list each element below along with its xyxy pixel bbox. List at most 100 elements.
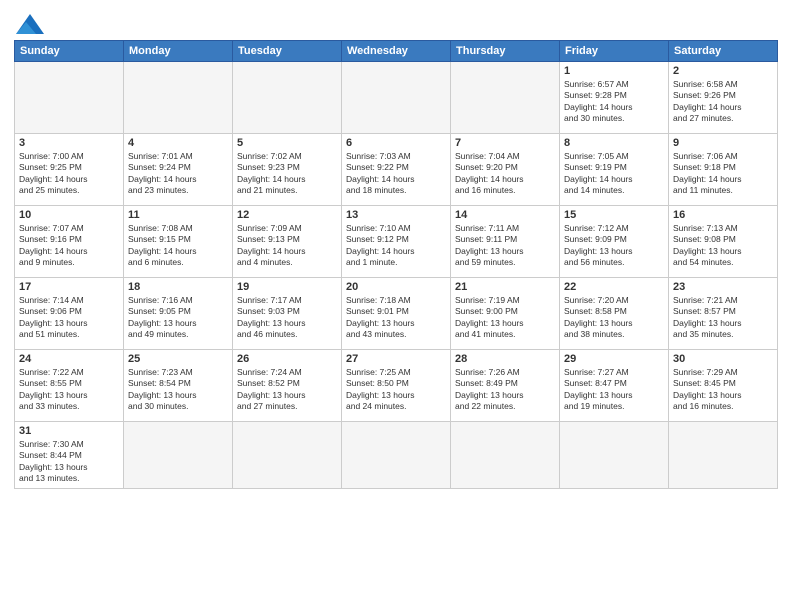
day-info: Sunrise: 7:26 AM Sunset: 8:49 PM Dayligh…	[455, 367, 555, 413]
calendar-week-row: 24Sunrise: 7:22 AM Sunset: 8:55 PM Dayli…	[15, 350, 778, 422]
day-number: 19	[237, 281, 337, 293]
table-row	[342, 62, 451, 134]
table-row: 17Sunrise: 7:14 AM Sunset: 9:06 PM Dayli…	[15, 278, 124, 350]
day-number: 21	[455, 281, 555, 293]
day-number: 12	[237, 209, 337, 221]
day-info: Sunrise: 7:09 AM Sunset: 9:13 PM Dayligh…	[237, 223, 337, 269]
day-info: Sunrise: 7:14 AM Sunset: 9:06 PM Dayligh…	[19, 295, 119, 341]
table-row	[560, 422, 669, 489]
day-info: Sunrise: 7:21 AM Sunset: 8:57 PM Dayligh…	[673, 295, 773, 341]
day-number: 29	[564, 353, 664, 365]
day-number: 25	[128, 353, 228, 365]
day-info: Sunrise: 7:10 AM Sunset: 9:12 PM Dayligh…	[346, 223, 446, 269]
table-row	[669, 422, 778, 489]
table-row: 16Sunrise: 7:13 AM Sunset: 9:08 PM Dayli…	[669, 206, 778, 278]
day-info: Sunrise: 7:03 AM Sunset: 9:22 PM Dayligh…	[346, 151, 446, 197]
table-row: 1 Sunrise: 6:57 AM Sunset: 9:28 PM Daylig…	[560, 62, 669, 134]
table-row: 26 Sunrise: 7:24 AM Sunset: 8:52 PM Dayli…	[233, 350, 342, 422]
calendar-week-row: 17Sunrise: 7:14 AM Sunset: 9:06 PM Dayli…	[15, 278, 778, 350]
table-row: 11 Sunrise: 7:08 AM Sunset: 9:15 PM Dayli…	[124, 206, 233, 278]
header-friday: Friday	[560, 41, 669, 62]
table-row: 8 Sunrise: 7:05 AM Sunset: 9:19 PM Daylig…	[560, 134, 669, 206]
table-row	[124, 62, 233, 134]
table-row: 20Sunrise: 7:18 AM Sunset: 9:01 PM Dayli…	[342, 278, 451, 350]
day-info: Sunrise: 7:13 AM Sunset: 9:08 PM Dayligh…	[673, 223, 773, 269]
table-row: 10 Sunrise: 7:07 AM Sunset: 9:16 PM Dayli…	[15, 206, 124, 278]
table-row: 12 Sunrise: 7:09 AM Sunset: 9:13 PM Dayli…	[233, 206, 342, 278]
logo	[14, 14, 44, 34]
day-info: Sunrise: 6:58 AM Sunset: 9:26 PM Dayligh…	[673, 79, 773, 125]
day-info: Sunrise: 7:08 AM Sunset: 9:15 PM Dayligh…	[128, 223, 228, 269]
table-row: 19 Sunrise: 7:17 AM Sunset: 9:03 PM Dayli…	[233, 278, 342, 350]
day-number: 14	[455, 209, 555, 221]
day-number: 13	[346, 209, 446, 221]
day-number: 8	[564, 137, 664, 149]
table-row: 22 Sunrise: 7:20 AM Sunset: 8:58 PM Dayli…	[560, 278, 669, 350]
day-number: 10	[19, 209, 119, 221]
logo-icon	[16, 14, 44, 34]
day-number: 9	[673, 137, 773, 149]
header-sunday: Sunday	[15, 41, 124, 62]
day-info: Sunrise: 7:27 AM Sunset: 8:47 PM Dayligh…	[564, 367, 664, 413]
table-row: 28 Sunrise: 7:26 AM Sunset: 8:49 PM Dayli…	[451, 350, 560, 422]
day-number: 3	[19, 137, 119, 149]
day-info: Sunrise: 7:05 AM Sunset: 9:19 PM Dayligh…	[564, 151, 664, 197]
day-info: Sunrise: 7:22 AM Sunset: 8:55 PM Dayligh…	[19, 367, 119, 413]
day-info: Sunrise: 7:06 AM Sunset: 9:18 PM Dayligh…	[673, 151, 773, 197]
day-number: 2	[673, 65, 773, 77]
day-info: Sunrise: 7:02 AM Sunset: 9:23 PM Dayligh…	[237, 151, 337, 197]
day-info: Sunrise: 7:04 AM Sunset: 9:20 PM Dayligh…	[455, 151, 555, 197]
day-info: Sunrise: 7:30 AM Sunset: 8:44 PM Dayligh…	[19, 439, 119, 485]
table-row	[342, 422, 451, 489]
day-number: 4	[128, 137, 228, 149]
day-info: Sunrise: 7:18 AM Sunset: 9:01 PM Dayligh…	[346, 295, 446, 341]
day-number: 7	[455, 137, 555, 149]
table-row: 9 Sunrise: 7:06 AM Sunset: 9:18 PM Daylig…	[669, 134, 778, 206]
table-row: 15Sunrise: 7:12 AM Sunset: 9:09 PM Dayli…	[560, 206, 669, 278]
table-row: 7 Sunrise: 7:04 AM Sunset: 9:20 PM Daylig…	[451, 134, 560, 206]
day-info: Sunrise: 7:12 AM Sunset: 9:09 PM Dayligh…	[564, 223, 664, 269]
day-info: Sunrise: 6:57 AM Sunset: 9:28 PM Dayligh…	[564, 79, 664, 125]
day-info: Sunrise: 7:19 AM Sunset: 9:00 PM Dayligh…	[455, 295, 555, 341]
day-info: Sunrise: 7:24 AM Sunset: 8:52 PM Dayligh…	[237, 367, 337, 413]
day-number: 26	[237, 353, 337, 365]
day-info: Sunrise: 7:25 AM Sunset: 8:50 PM Dayligh…	[346, 367, 446, 413]
table-row: 13 Sunrise: 7:10 AM Sunset: 9:12 PM Dayli…	[342, 206, 451, 278]
table-row: 27 Sunrise: 7:25 AM Sunset: 8:50 PM Dayli…	[342, 350, 451, 422]
table-row: 2 Sunrise: 6:58 AM Sunset: 9:26 PM Daylig…	[669, 62, 778, 134]
calendar-week-row: 3Sunrise: 7:00 AM Sunset: 9:25 PM Daylig…	[15, 134, 778, 206]
table-row: 3Sunrise: 7:00 AM Sunset: 9:25 PM Daylig…	[15, 134, 124, 206]
table-row: 25Sunrise: 7:23 AM Sunset: 8:54 PM Dayli…	[124, 350, 233, 422]
header-tuesday: Tuesday	[233, 41, 342, 62]
header-saturday: Saturday	[669, 41, 778, 62]
table-row	[451, 422, 560, 489]
day-number: 11	[128, 209, 228, 221]
day-number: 27	[346, 353, 446, 365]
calendar-week-row: 31 Sunrise: 7:30 AM Sunset: 8:44 PM Dayli…	[15, 422, 778, 489]
table-row: 30 Sunrise: 7:29 AM Sunset: 8:45 PM Dayli…	[669, 350, 778, 422]
table-row	[233, 62, 342, 134]
day-number: 18	[128, 281, 228, 293]
day-info: Sunrise: 7:07 AM Sunset: 9:16 PM Dayligh…	[19, 223, 119, 269]
day-info: Sunrise: 7:17 AM Sunset: 9:03 PM Dayligh…	[237, 295, 337, 341]
day-info: Sunrise: 7:16 AM Sunset: 9:05 PM Dayligh…	[128, 295, 228, 341]
day-number: 23	[673, 281, 773, 293]
day-number: 6	[346, 137, 446, 149]
table-row: 5Sunrise: 7:02 AM Sunset: 9:23 PM Daylig…	[233, 134, 342, 206]
table-row: 31 Sunrise: 7:30 AM Sunset: 8:44 PM Dayli…	[15, 422, 124, 489]
header-wednesday: Wednesday	[342, 41, 451, 62]
day-info: Sunrise: 7:11 AM Sunset: 9:11 PM Dayligh…	[455, 223, 555, 269]
day-info: Sunrise: 7:20 AM Sunset: 8:58 PM Dayligh…	[564, 295, 664, 341]
weekday-header-row: Sunday Monday Tuesday Wednesday Thursday…	[15, 41, 778, 62]
table-row: 4Sunrise: 7:01 AM Sunset: 9:24 PM Daylig…	[124, 134, 233, 206]
day-number: 22	[564, 281, 664, 293]
header-thursday: Thursday	[451, 41, 560, 62]
day-number: 30	[673, 353, 773, 365]
day-info: Sunrise: 7:29 AM Sunset: 8:45 PM Dayligh…	[673, 367, 773, 413]
table-row	[124, 422, 233, 489]
header-monday: Monday	[124, 41, 233, 62]
table-row: 21 Sunrise: 7:19 AM Sunset: 9:00 PM Dayli…	[451, 278, 560, 350]
day-number: 31	[19, 425, 119, 437]
day-number: 28	[455, 353, 555, 365]
day-number: 1	[564, 65, 664, 77]
